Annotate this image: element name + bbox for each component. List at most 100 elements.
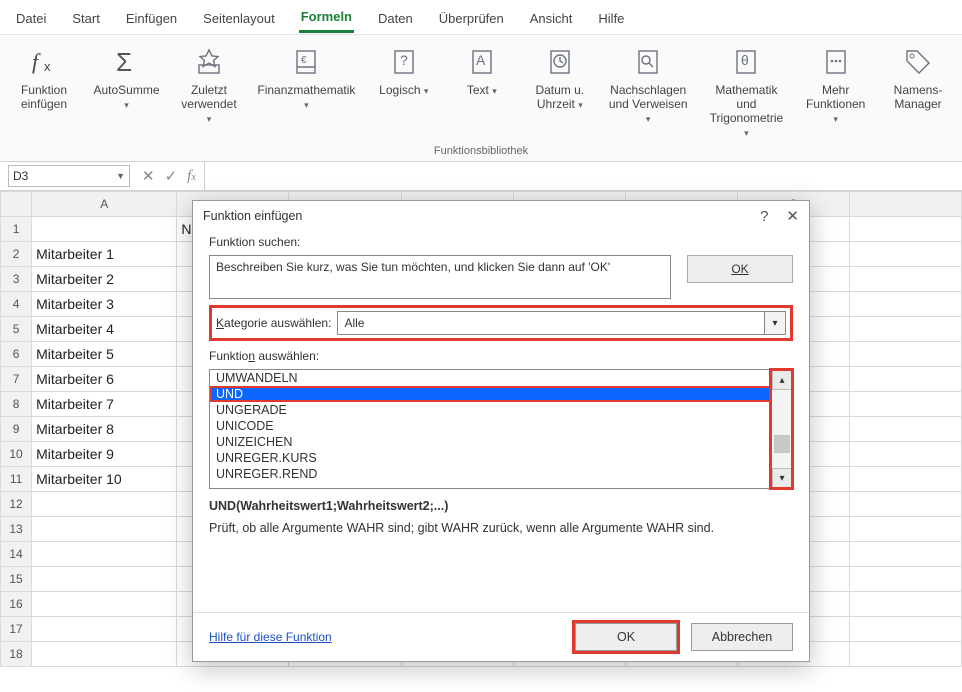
function-list-item[interactable]: UNICODE — [210, 418, 771, 434]
cell[interactable] — [849, 542, 961, 567]
row-header[interactable]: 14 — [1, 542, 32, 567]
cell[interactable]: Mitarbeiter 4 — [32, 317, 177, 342]
row-header[interactable]: 7 — [1, 367, 32, 392]
ribbon-zuletzt-verwendet-button[interactable]: Zuletztverwendet ▾ — [173, 43, 245, 142]
cell[interactable] — [849, 642, 961, 667]
ribbon-mathematik-und-trigonometrie-button[interactable]: θMathematik undTrigonometrie ▾ — [701, 43, 793, 142]
cell[interactable] — [849, 592, 961, 617]
function-list-item[interactable]: UMWANDELN — [210, 370, 771, 386]
scroll-thumb[interactable] — [774, 435, 790, 453]
function-list-item[interactable]: UNREGER.REND — [210, 466, 771, 482]
row-header[interactable]: 15 — [1, 567, 32, 592]
menu-item-überprüfen[interactable]: Überprüfen — [437, 9, 506, 32]
cell[interactable] — [849, 367, 961, 392]
cell[interactable] — [849, 492, 961, 517]
cell[interactable] — [849, 267, 961, 292]
cell[interactable] — [849, 342, 961, 367]
cell[interactable]: Mitarbeiter 9 — [32, 442, 177, 467]
cell[interactable] — [32, 217, 177, 242]
row-header[interactable]: 1 — [1, 217, 32, 242]
cell[interactable]: Mitarbeiter 5 — [32, 342, 177, 367]
menu-item-einfügen[interactable]: Einfügen — [124, 9, 179, 32]
row-header[interactable]: 3 — [1, 267, 32, 292]
scrollbar[interactable]: ▴ ▾ — [771, 370, 792, 488]
names-manager-button[interactable]: Namens- Manager — [882, 43, 954, 113]
cell[interactable] — [849, 317, 961, 342]
menu-item-formeln[interactable]: Formeln — [299, 7, 354, 33]
menu-item-daten[interactable]: Daten — [376, 9, 415, 32]
help-link[interactable]: Hilfe für diese Funktion — [209, 630, 332, 644]
menu-item-datei[interactable]: Datei — [14, 9, 48, 32]
category-dropdown[interactable]: Alle ▾ — [337, 311, 786, 335]
row-header[interactable]: 17 — [1, 617, 32, 642]
scroll-down-icon[interactable]: ▾ — [772, 468, 792, 488]
cell[interactable] — [32, 592, 177, 617]
search-input[interactable]: Beschreiben Sie kurz, was Sie tun möchte… — [209, 255, 671, 299]
cell[interactable]: Mitarbeiter 8 — [32, 417, 177, 442]
cell[interactable]: Mitarbeiter 2 — [32, 267, 177, 292]
scroll-up-icon[interactable]: ▴ — [772, 370, 792, 390]
row-header[interactable]: 10 — [1, 442, 32, 467]
cell[interactable] — [32, 567, 177, 592]
cell[interactable]: Mitarbeiter 7 — [32, 392, 177, 417]
row-header[interactable]: 16 — [1, 592, 32, 617]
help-icon[interactable]: ? — [760, 208, 768, 225]
cell[interactable] — [849, 292, 961, 317]
cell[interactable] — [32, 617, 177, 642]
cell[interactable]: Mitarbeiter 6 — [32, 367, 177, 392]
cell[interactable] — [849, 217, 961, 242]
cell[interactable] — [849, 517, 961, 542]
function-list-item[interactable]: UNGERADE — [210, 402, 771, 418]
cell[interactable] — [849, 417, 961, 442]
select-all-corner[interactable] — [1, 192, 32, 217]
cell[interactable] — [849, 392, 961, 417]
name-box[interactable]: D3 ▼ — [8, 165, 130, 187]
menu-item-start[interactable]: Start — [70, 9, 101, 32]
col-header[interactable] — [849, 192, 961, 217]
menu-item-ansicht[interactable]: Ansicht — [528, 9, 575, 32]
ribbon-nachschlagen-und-verweisen-button[interactable]: Nachschlagenund Verweisen ▾ — [602, 43, 695, 142]
row-header[interactable]: 6 — [1, 342, 32, 367]
cell[interactable] — [32, 517, 177, 542]
col-header-A[interactable]: A — [32, 192, 177, 217]
cell[interactable]: Mitarbeiter 3 — [32, 292, 177, 317]
ribbon-text-button[interactable]: AText ▾ — [446, 43, 518, 142]
ribbon-funktion-einf-gen-button[interactable]: fxFunktioneinfügen — [8, 43, 80, 142]
function-list-item[interactable]: UND — [210, 386, 771, 402]
cancel-button[interactable]: Abbrechen — [691, 623, 793, 651]
ribbon-autosumme-button[interactable]: ΣAutoSumme ▾ — [86, 43, 167, 142]
row-header[interactable]: 5 — [1, 317, 32, 342]
ok-button[interactable]: OK — [575, 623, 677, 651]
fx-icon[interactable]: fx — [187, 168, 196, 185]
function-list-item[interactable]: UNIZEICHEN — [210, 434, 771, 450]
formula-input[interactable] — [204, 158, 962, 194]
search-ok-button[interactable]: OK — [687, 255, 793, 283]
row-header[interactable]: 2 — [1, 242, 32, 267]
cell[interactable] — [849, 467, 961, 492]
close-icon[interactable]: ✕ — [786, 207, 799, 225]
cell[interactable] — [32, 642, 177, 667]
function-list[interactable]: UMWANDELNUNDUNGERADEUNICODEUNIZEICHENUNR… — [209, 369, 793, 489]
row-header[interactable]: 8 — [1, 392, 32, 417]
cell[interactable] — [32, 492, 177, 517]
function-list-item[interactable]: UNREGER.KURS — [210, 450, 771, 466]
row-header[interactable]: 18 — [1, 642, 32, 667]
menu-item-hilfe[interactable]: Hilfe — [596, 9, 626, 32]
row-header[interactable]: 11 — [1, 467, 32, 492]
cell[interactable]: Mitarbeiter 10 — [32, 467, 177, 492]
ribbon-logisch-button[interactable]: ?Logisch ▾ — [368, 43, 440, 142]
row-header[interactable]: 12 — [1, 492, 32, 517]
cell[interactable] — [849, 242, 961, 267]
cell[interactable]: Mitarbeiter 1 — [32, 242, 177, 267]
confirm-edit-icon[interactable]: ✓ — [165, 167, 178, 185]
row-header[interactable]: 13 — [1, 517, 32, 542]
cell[interactable] — [32, 542, 177, 567]
cell[interactable] — [849, 442, 961, 467]
row-header[interactable]: 9 — [1, 417, 32, 442]
ribbon-datum-u-uhrzeit-button[interactable]: Datum u.Uhrzeit ▾ — [524, 43, 596, 142]
cell[interactable] — [849, 617, 961, 642]
cell[interactable] — [849, 567, 961, 592]
ribbon-finanzmathematik-button[interactable]: €Finanzmathematik ▾ — [251, 43, 362, 142]
menu-item-seitenlayout[interactable]: Seitenlayout — [201, 9, 277, 32]
cancel-edit-icon[interactable]: ✕ — [142, 167, 155, 185]
